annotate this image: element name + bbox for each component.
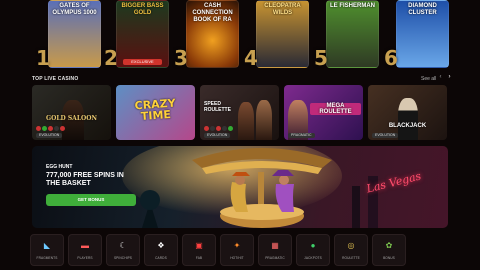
see-all-link[interactable]: See all [421,76,436,82]
game-card-6[interactable]: DIAMOND CLUSTER [396,0,449,68]
promo-eyebrow: EGG HUNT [46,164,73,170]
wheel-icon: ◎ [347,241,355,250]
provider-tag: EVOLUTION [36,133,63,138]
live-card-mega-roulette[interactable]: MEGA ROULETTE PRAGMATIC [284,85,363,140]
live-card-name: MEGA ROULETTE [310,103,361,115]
game-title: DIAMOND CLUSTER [408,3,437,16]
top-games-row: GATES OF OLYMPUS 1000 1 BIGGER BASS GOLD… [34,0,454,74]
rank-number-4: 4 [244,46,258,70]
game-card-1[interactable]: GATES OF OLYMPUS 1000 [48,0,101,68]
category-label: FAB [195,256,203,260]
grid-icon: ▦ [271,241,279,250]
category-bonus[interactable]: ✿ BONUS [372,234,406,266]
game-title: GATES OF OLYMPUS 1000 [52,3,97,16]
moon-icon: ☾ [119,241,127,250]
rank-number-5: 5 [314,46,328,70]
live-card-name: BLACKJACK [388,123,427,129]
bet-chips [36,126,65,131]
rank-number-2: 2 [104,46,118,70]
category-fragments[interactable]: ◣ FRAGMENTS [30,234,64,266]
category-roulette[interactable]: ◎ ROULETTE [334,234,368,266]
category-label: ROULETTE [342,256,360,260]
exclusive-badge: EXCLUSIVE [123,59,162,65]
bet-chips [204,126,233,131]
game-card-2[interactable]: BIGGER BASS GOLD EXCLUSIVE [116,0,169,68]
dealer-figure [238,102,254,140]
category-spinchips[interactable]: ☾ SPINCHIPS [106,234,140,266]
promo-headline: 777,000 FREE SPINS IN THE BASKET [46,172,124,187]
live-card-name: GOLD SALOON [45,115,97,122]
card-icon: ▬ [81,241,89,250]
next-arrow-icon[interactable]: › [446,74,453,81]
category-label: PLAYERS [77,256,93,260]
provider-tag: EVOLUTION [372,133,399,138]
category-label: CARDS [155,256,167,260]
slot-icon: ▣ [195,241,203,250]
category-label: BONUS [383,256,395,260]
category-jackpots[interactable]: ● JACKPOTS [296,234,330,266]
game-title: CLEOPATRA WILDS [264,3,301,16]
feather-icon: ◣ [43,241,51,250]
cards-icon: ❖ [157,241,165,250]
game-card-3[interactable]: CASH CONNECTION BOOK OF RA [186,0,239,68]
game-title: BIGGER BASS GOLD [121,3,164,16]
category-label: FRAGMENTS [36,256,58,260]
category-pragmatic[interactable]: ▦ PRAGMATIC [258,234,292,266]
gift-icon: ✿ [385,241,393,250]
live-card-crazy-time[interactable]: CRAZY TIME [116,85,195,140]
category-label: SPINCHIPS [113,256,133,260]
game-card-5[interactable]: LE FISHERMAN [326,0,379,68]
prev-arrow-icon[interactable]: ‹ [437,74,444,81]
carousel-arrows: ‹ › [437,74,453,81]
live-card-name: SPEED ROULETTE [204,101,231,113]
rank-number-3: 3 [174,46,188,70]
live-casino-title: TOP LIVE CASINO [32,76,79,82]
live-card-blackjack[interactable]: BLACKJACK EVOLUTION [368,85,447,140]
game-title: CASH CONNECTION BOOK OF RA [192,3,233,23]
category-cards[interactable]: ❖ CARDS [144,234,178,266]
category-label: JACKPOTS [304,256,322,260]
live-card-speed-roulette[interactable]: SPEED ROULETTE EVOLUTION [200,85,279,140]
fire-icon: ✦ [233,241,241,250]
provider-tag: EVOLUTION [204,133,231,138]
dealer-figure [256,100,272,140]
category-fab[interactable]: ▣ FAB [182,234,216,266]
category-hot-hit[interactable]: ✦ HOT/HIT [220,234,254,266]
category-bar: ◣ FRAGMENTS ▬ PLAYERS ☾ SPINCHIPS ❖ CARD… [30,234,450,270]
category-players[interactable]: ▬ PLAYERS [68,234,102,266]
category-label: PRAGMATIC [265,256,285,260]
rank-number-1: 1 [36,46,50,70]
provider-tag: PRAGMATIC [288,133,315,138]
rank-number-6: 6 [384,46,398,70]
live-card-gold-saloon[interactable]: GOLD SALOON EVOLUTION [32,85,111,140]
promo-banner[interactable]: EGG HUNT 777,000 FREE SPINS IN THE BASKE… [32,146,448,228]
category-label: HOT/HIT [230,256,244,260]
game-card-4[interactable]: CLEOPATRA WILDS [256,0,309,68]
get-bonus-button[interactable]: GET BONUS [46,194,136,206]
dealer-figure [398,98,418,140]
game-title: LE FISHERMAN [330,3,375,9]
coin-icon: ● [310,241,316,250]
